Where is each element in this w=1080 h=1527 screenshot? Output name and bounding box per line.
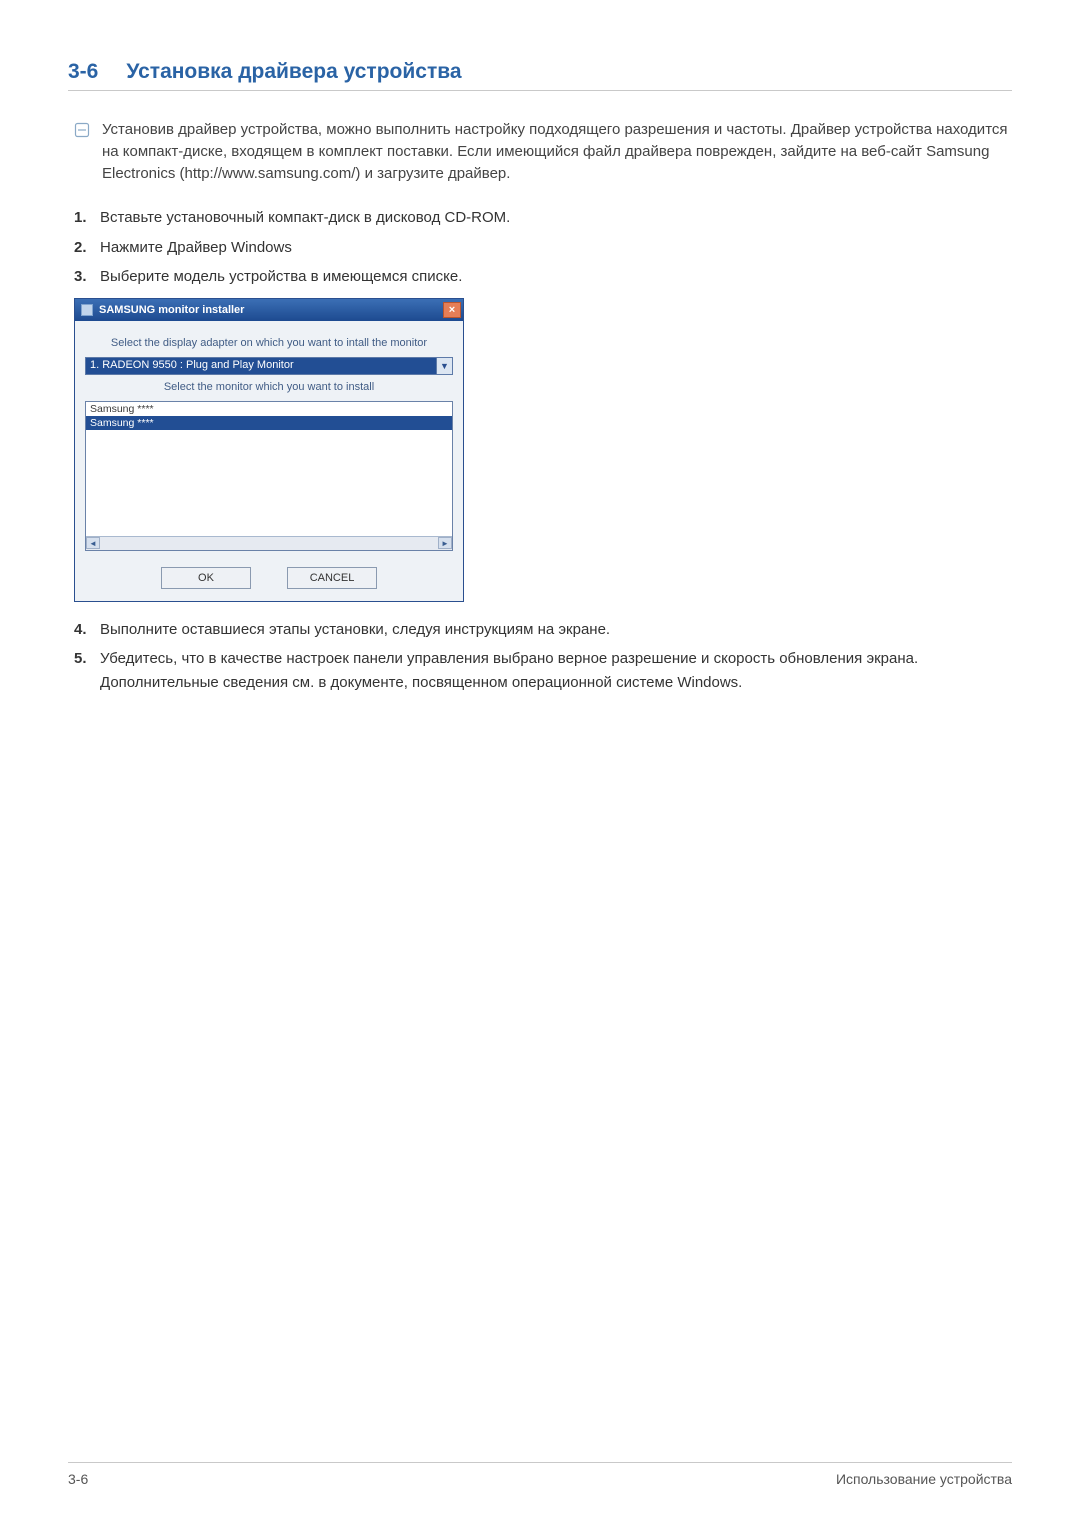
ok-button[interactable]: OK bbox=[161, 567, 251, 589]
step-number: 5. bbox=[74, 647, 92, 694]
step-number: 4. bbox=[74, 618, 92, 641]
horizontal-scrollbar[interactable]: ◄ ► bbox=[86, 536, 452, 550]
installer-dialog: SAMSUNG monitor installer × Select the d… bbox=[74, 298, 464, 602]
scroll-left-icon[interactable]: ◄ bbox=[86, 537, 100, 549]
step-number: 2. bbox=[74, 236, 92, 259]
adapter-selected: 1. RADEON 9550 : Plug and Play Monitor bbox=[86, 358, 436, 374]
app-icon bbox=[81, 304, 93, 316]
step-item: 2. Нажмите Драйвер Windows bbox=[74, 236, 1012, 259]
adapter-label: Select the display adapter on which you … bbox=[85, 337, 453, 349]
step-item: 5. Убедитесь, что в качестве настроек па… bbox=[74, 647, 1012, 694]
section-header: 3-6 Установка драйвера устройства bbox=[68, 60, 1012, 91]
step-item: 3. Выберите модель устройства в имеющемс… bbox=[74, 265, 1012, 288]
section-number: 3-6 bbox=[68, 60, 98, 84]
monitor-label: Select the monitor which you want to ins… bbox=[85, 381, 453, 393]
footer-right: Использование устройства bbox=[836, 1471, 1012, 1487]
step-text: Выберите модель устройства в имеющемся с… bbox=[100, 265, 1012, 288]
info-note-text: Установив драйвер устройства, можно выпо… bbox=[102, 119, 1012, 184]
titlebar-title: SAMSUNG monitor installer bbox=[99, 304, 244, 316]
step-text: Выполните оставшиеся этапы установки, сл… bbox=[100, 618, 1012, 641]
step-text: Нажмите Драйвер Windows bbox=[100, 236, 1012, 259]
step-number: 3. bbox=[74, 265, 92, 288]
titlebar: SAMSUNG monitor installer × bbox=[75, 299, 463, 321]
step-text: Убедитесь, что в качестве настроек панел… bbox=[100, 647, 1012, 694]
page-footer: 3-6 Использование устройства bbox=[68, 1462, 1012, 1487]
scroll-right-icon[interactable]: ► bbox=[438, 537, 452, 549]
info-icon bbox=[74, 122, 90, 138]
list-item[interactable]: Samsung **** bbox=[86, 402, 452, 416]
dropdown-arrow-icon[interactable]: ▼ bbox=[436, 358, 452, 374]
step-number: 1. bbox=[74, 206, 92, 229]
info-note: Установив драйвер устройства, можно выпо… bbox=[74, 119, 1012, 184]
footer-left: 3-6 bbox=[68, 1471, 88, 1487]
step-item: 1. Вставьте установочный компакт-диск в … bbox=[74, 206, 1012, 229]
cancel-button[interactable]: CANCEL bbox=[287, 567, 377, 589]
close-button[interactable]: × bbox=[443, 302, 461, 318]
section-title: Установка драйвера устройства bbox=[126, 60, 461, 84]
monitor-listbox[interactable]: Samsung **** Samsung **** ◄ ► bbox=[85, 401, 453, 551]
adapter-combobox[interactable]: 1. RADEON 9550 : Plug and Play Monitor ▼ bbox=[85, 357, 453, 375]
step-text: Вставьте установочный компакт-диск в дис… bbox=[100, 206, 1012, 229]
steps-list-top: 1. Вставьте установочный компакт-диск в … bbox=[74, 206, 1012, 288]
list-item[interactable]: Samsung **** bbox=[86, 416, 452, 430]
step-item: 4. Выполните оставшиеся этапы установки,… bbox=[74, 618, 1012, 641]
steps-list-bottom: 4. Выполните оставшиеся этапы установки,… bbox=[74, 618, 1012, 694]
